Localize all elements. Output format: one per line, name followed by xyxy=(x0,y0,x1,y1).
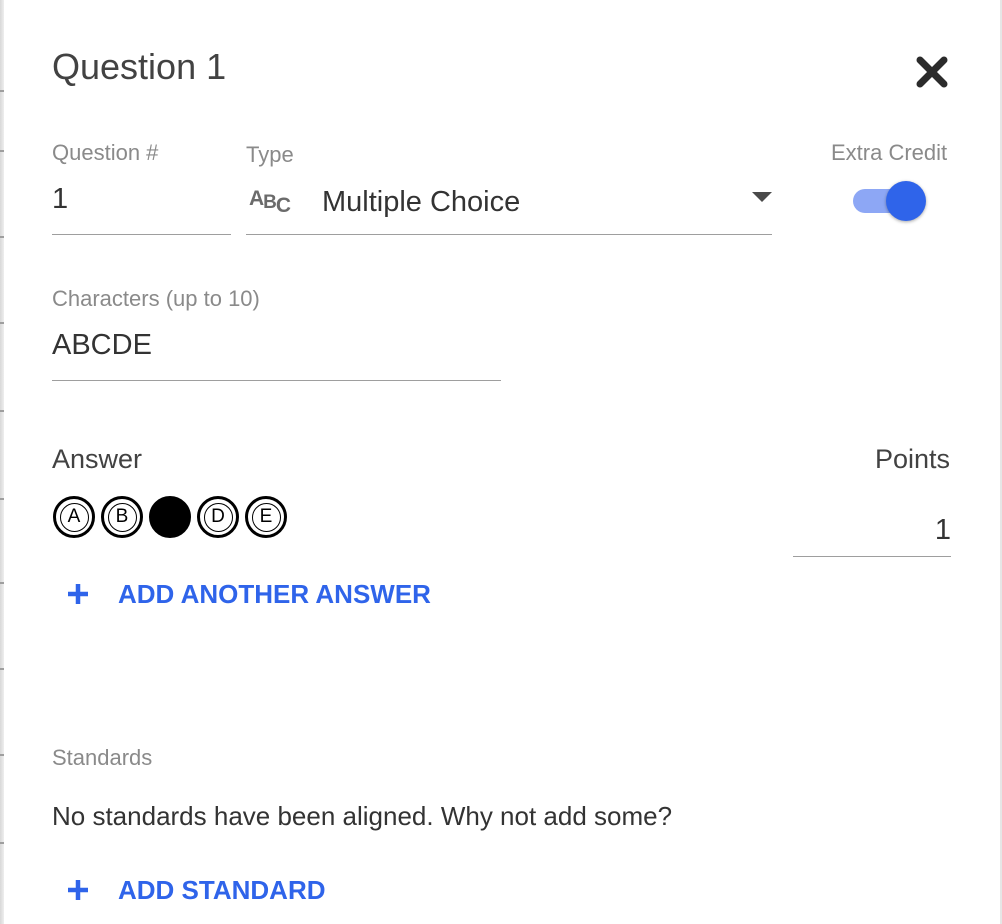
type-label: Type xyxy=(246,142,294,167)
add-another-answer-label: ADD ANOTHER ANSWER xyxy=(118,578,431,609)
standards-label: Standards xyxy=(52,745,153,770)
type-select[interactable]: ABC Multiple Choice xyxy=(246,176,772,234)
dialog-title: Question 1 xyxy=(52,46,227,87)
close-icon xyxy=(916,56,948,88)
answer-choice-c[interactable]: C xyxy=(149,496,191,538)
answer-choice-b[interactable]: B xyxy=(101,496,143,538)
points-input[interactable]: 1 xyxy=(793,512,951,548)
points-label: Points xyxy=(875,444,951,474)
add-standard-button[interactable]: ADD STANDARD xyxy=(66,872,326,908)
answer-choice-e[interactable]: E xyxy=(245,496,287,538)
question-number-underline xyxy=(52,234,231,235)
standards-empty-text: No standards have been aligned. Why not … xyxy=(52,801,673,831)
characters-input[interactable]: ABCDE xyxy=(52,327,152,363)
chevron-down-icon xyxy=(752,192,772,202)
type-select-value: Multiple Choice xyxy=(322,186,521,218)
add-standard-label: ADD STANDARD xyxy=(118,874,326,905)
characters-underline xyxy=(52,380,501,381)
close-button[interactable] xyxy=(912,52,952,92)
answer-label: Answer xyxy=(52,444,143,474)
plus-icon xyxy=(68,584,88,604)
points-underline xyxy=(793,556,951,557)
type-underline xyxy=(246,234,772,235)
extra-credit-label: Extra Credit xyxy=(831,140,948,165)
question-number-input[interactable]: 1 xyxy=(52,181,68,217)
background-page-edge xyxy=(0,0,4,924)
answer-choice-a[interactable]: A xyxy=(53,496,95,538)
answer-choice-d[interactable]: D xyxy=(197,496,239,538)
characters-label: Characters (up to 10) xyxy=(52,286,260,311)
extra-credit-toggle-knob[interactable] xyxy=(886,181,926,221)
plus-icon xyxy=(68,880,88,900)
question-number-label: Question # xyxy=(52,140,159,165)
answer-choices: A B C D E xyxy=(53,496,287,538)
add-another-answer-button[interactable]: ADD ANOTHER ANSWER xyxy=(66,576,431,612)
abc-icon: ABC xyxy=(249,187,291,217)
